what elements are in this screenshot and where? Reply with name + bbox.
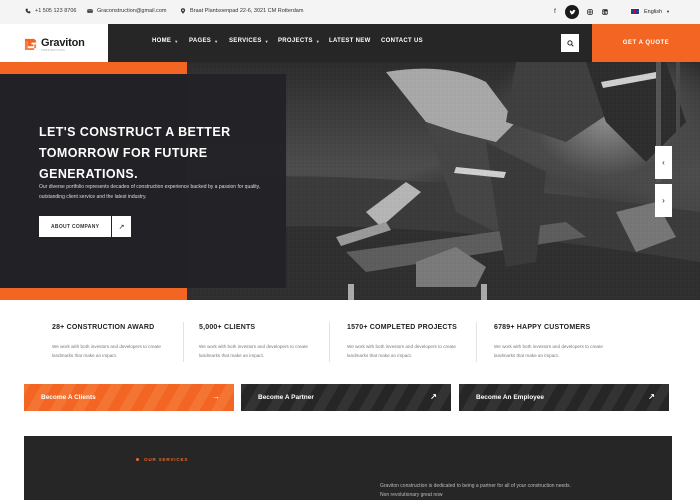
accent-strip-bottom (0, 288, 187, 300)
nav-label: PAGES (189, 38, 212, 44)
nav-label: CONTACT US (381, 38, 423, 44)
language-label: English (644, 8, 663, 15)
email-text: Graconstruction@gmail.com (97, 8, 167, 14)
stat-description: We work with both investors and develope… (494, 344, 603, 358)
top-bar: +1 505 123 8706 Graconstruction@gmail.co… (0, 0, 700, 24)
phone-info[interactable]: +1 505 123 8706 (25, 8, 76, 14)
instagram-icon[interactable] (583, 5, 597, 19)
hero-section: LET'S CONSTRUCT A BETTER TOMORROW FOR FU… (0, 62, 700, 300)
nav-label: HOME (152, 38, 172, 44)
nav-label: SERVICES (229, 38, 262, 44)
uk-flag-icon (630, 8, 640, 15)
stat-divider (329, 322, 330, 362)
cta-label: Become A Partner (258, 394, 314, 401)
search-icon (566, 39, 574, 47)
chevron-down-icon: ▼ (264, 38, 269, 44)
stat-divider (476, 322, 477, 362)
get-quote-button[interactable]: GET A QUOTE (592, 24, 700, 62)
nav-home[interactable]: HOME ▼ (152, 38, 189, 44)
stat-title: 1570+ COMPLETED PROJECTS (347, 324, 458, 331)
services-section: OUR SERVICES Graviton construction is de… (24, 436, 672, 500)
nav-projects[interactable]: PROJECTS ▼ (278, 38, 329, 44)
logo-mark-icon (24, 38, 37, 50)
stat-divider (183, 322, 184, 362)
stat-clients: 5,000+ CLIENTS We work with both investo… (199, 324, 339, 360)
slider-next-button[interactable]: › (655, 184, 672, 217)
services-eyebrow: OUR SERVICES (136, 457, 188, 462)
slider-prev-button[interactable]: ‹ (655, 146, 672, 179)
arrow-up-right-icon: ↗ (430, 392, 437, 401)
language-selector[interactable]: English ▼ (630, 8, 670, 15)
become-partner-button[interactable]: Become A Partner ↗ (241, 384, 451, 411)
nav-label: LATEST NEW (329, 38, 371, 44)
logo[interactable]: Graviton CONSTRUCTION (0, 24, 108, 62)
about-company-button[interactable]: ABOUT COMPANY ↗ (39, 216, 131, 237)
location-pin-icon (180, 8, 186, 14)
facebook-icon[interactable]: f (548, 5, 562, 19)
nav-label: PROJECTS (278, 38, 313, 44)
stat-description: We work with both investors and develope… (347, 344, 456, 358)
stat-title: 28+ CONSTRUCTION AWARD (52, 324, 155, 331)
cta-label: Become A Clients (41, 394, 96, 401)
nav-contact-us[interactable]: CONTACT US (381, 38, 423, 44)
twitter-icon[interactable] (565, 5, 579, 19)
nav-services[interactable]: SERVICES ▼ (229, 38, 278, 44)
nav-latest-new[interactable]: LATEST NEW (329, 38, 381, 44)
hero-description: Our diverse portfolio represents decades… (39, 184, 261, 200)
logo-subtext: CONSTRUCTION (41, 49, 65, 52)
stat-title: 5,000+ CLIENTS (199, 324, 256, 331)
search-button[interactable] (561, 34, 579, 52)
main-header: Graviton CONSTRUCTION HOME ▼ PAGES ▼ SER… (0, 24, 700, 62)
phone-icon (25, 8, 31, 14)
nav-pages[interactable]: PAGES ▼ (189, 38, 229, 44)
stat-description: We work with both investors and develope… (199, 344, 308, 358)
arrow-right-icon: → (212, 392, 220, 401)
mail-icon (87, 9, 93, 13)
arrow-up-right-icon: ↗ (111, 216, 131, 237)
chevron-down-icon: ▼ (666, 9, 671, 14)
become-client-button[interactable]: Become A Clients → (24, 384, 234, 411)
phone-text: +1 505 123 8706 (35, 8, 77, 14)
services-label: OUR SERVICES (144, 457, 189, 462)
stat-customers: 6789+ HAPPY CUSTOMERS We work with both … (494, 324, 634, 360)
stat-projects: 1570+ COMPLETED PROJECTS We work with bo… (347, 324, 487, 360)
chevron-down-icon: ▼ (214, 38, 219, 44)
chevron-down-icon: ▼ (174, 38, 179, 44)
chevron-down-icon: ▼ (315, 38, 321, 44)
main-nav: HOME ▼ PAGES ▼ SERVICES ▼ PROJECTS ▼ LAT… (152, 38, 423, 44)
about-company-label: ABOUT COMPANY (51, 223, 100, 230)
address-text: Braat Plantsoenpad 22-6, 3021 CM Rotterd… (190, 8, 304, 14)
arrow-up-right-icon: ↗ (648, 392, 655, 401)
bullet-dot-icon (136, 458, 139, 461)
stat-awards: 28+ CONSTRUCTION AWARD We work with both… (52, 324, 192, 360)
address-info: Braat Plantsoenpad 22-6, 3021 CM Rotterd… (180, 8, 303, 14)
email-info[interactable]: Graconstruction@gmail.com (87, 8, 166, 14)
accent-strip-top (0, 62, 187, 74)
hero-title: LET'S CONSTRUCT A BETTER TOMORROW FOR FU… (39, 125, 231, 181)
services-paragraph: Graviton construction is dedicated to be… (380, 483, 571, 498)
linkedin-icon[interactable] (598, 5, 612, 19)
become-employee-button[interactable]: Become An Employee ↗ (459, 384, 669, 411)
stat-description: We work with both investors and develope… (52, 344, 161, 358)
logo-text: Graviton (41, 37, 85, 49)
stat-title: 6789+ HAPPY CUSTOMERS (494, 324, 591, 331)
cta-label: Become An Employee (476, 394, 545, 401)
